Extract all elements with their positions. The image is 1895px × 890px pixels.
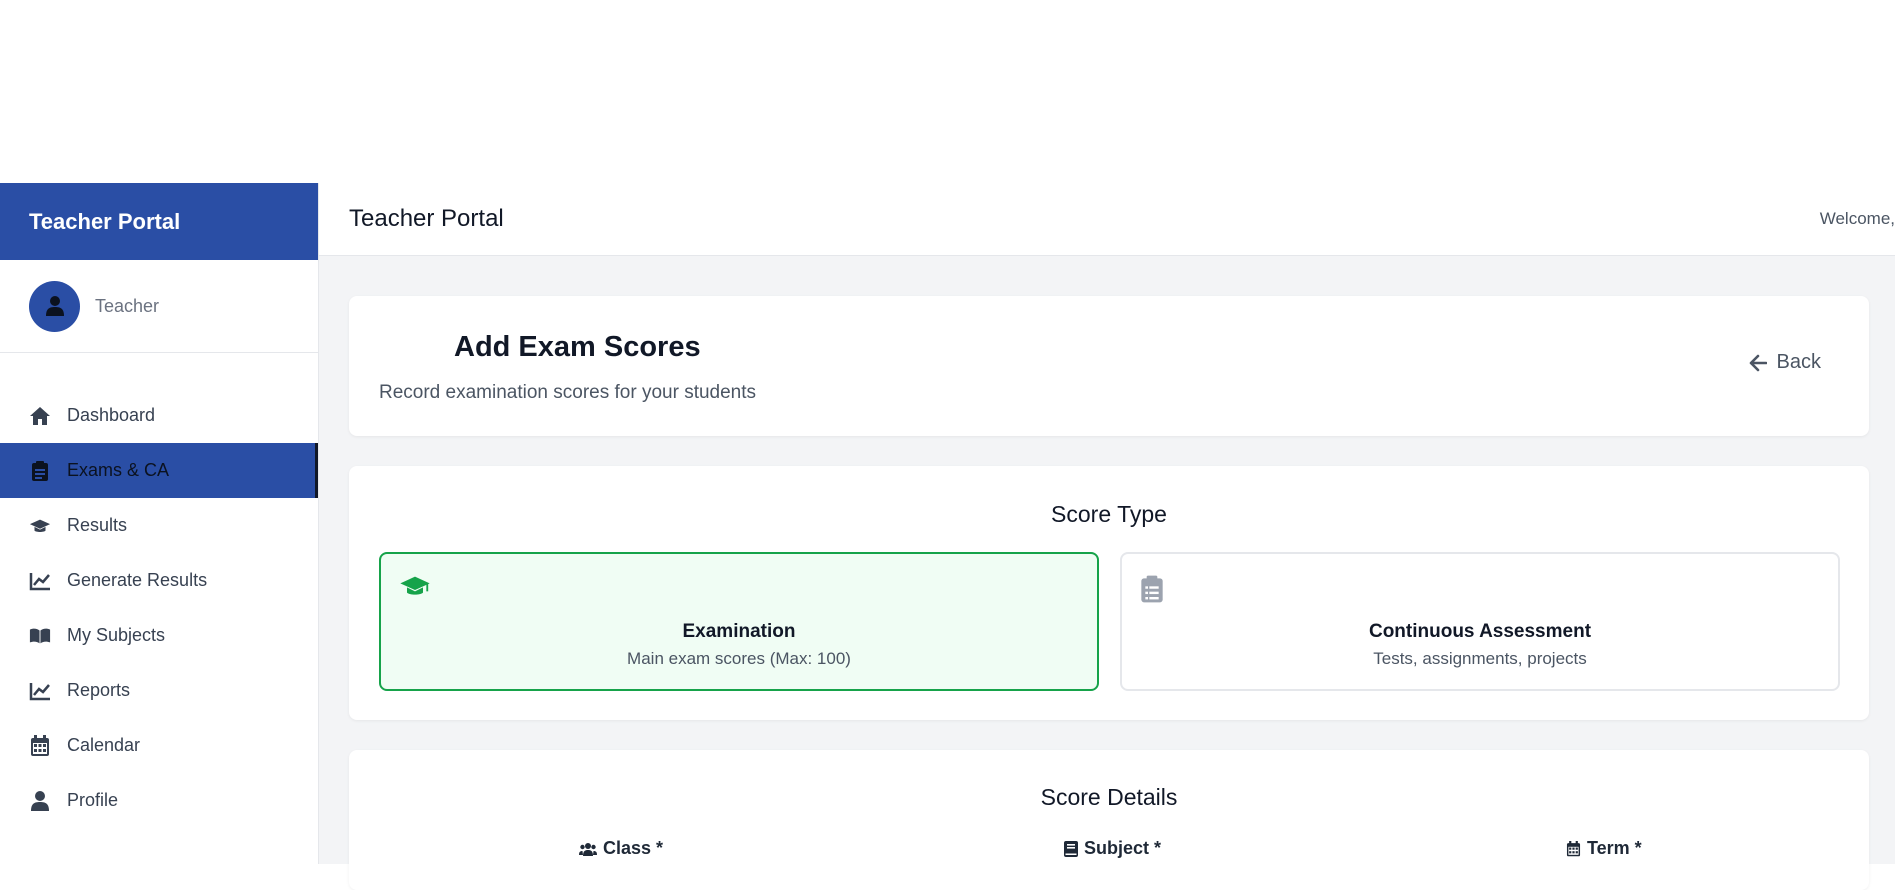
sidebar-item-profile[interactable]: Profile [0, 773, 318, 828]
chart-line-icon [29, 570, 51, 592]
welcome-text: Welcome, [1819, 209, 1895, 228]
sidebar-item-my-subjects[interactable]: My Subjects [0, 608, 318, 663]
sidebar-item-label: Generate Results [67, 570, 208, 590]
user-role: Teacher [95, 295, 160, 316]
calendar-icon [1566, 840, 1581, 856]
brand-title: Teacher Portal [29, 208, 181, 234]
option-name: Examination [682, 621, 796, 642]
score-type-examination[interactable]: Examination Main exam scores (Max: 100) [379, 552, 1099, 691]
graduation-cap-icon [399, 574, 431, 603]
main-content: Teacher Portal Welcome, Add Exam Scores … [319, 183, 1895, 890]
sidebar-item-label: Exams & CA [67, 460, 170, 480]
term-field-label: Term * [1566, 838, 1642, 859]
sidebar-brand: Teacher Portal [0, 183, 318, 260]
sidebar-item-results[interactable]: Results [0, 498, 318, 553]
sidebar-item-label: Results [67, 515, 128, 535]
top-header: Teacher Portal Welcome, [319, 183, 1895, 256]
users-icon [579, 842, 597, 856]
user-icon [29, 790, 51, 812]
sidebar-item-label: Calendar [67, 735, 141, 755]
user-icon [45, 296, 64, 316]
back-label: Back [1776, 351, 1821, 373]
clipboard-icon [29, 460, 51, 482]
field-label-text: Term * [1587, 838, 1642, 858]
score-type-title: Score Type [1051, 501, 1167, 527]
sidebar-item-reports[interactable]: Reports [0, 663, 318, 718]
score-details-title: Score Details [1040, 784, 1178, 810]
page-header-card: Add Exam Scores Record examination score… [349, 296, 1869, 436]
sidebar-nav: Dashboard Exams & CA Results Generate Re… [0, 353, 318, 828]
home-icon [29, 405, 51, 427]
book-icon [1064, 840, 1078, 857]
sidebar-item-dashboard[interactable]: Dashboard [0, 388, 318, 443]
back-button[interactable]: Back [1749, 351, 1821, 374]
class-field-label: Class * [579, 838, 663, 859]
arrow-left-icon [1749, 354, 1767, 371]
field-label-text: Subject * [1084, 838, 1162, 858]
avatar[interactable] [29, 280, 80, 332]
header-title: Teacher Portal [349, 205, 504, 232]
sidebar-item-label: My Subjects [67, 625, 166, 645]
page-subtitle: Record examination scores for your stude… [379, 382, 757, 403]
clipboard-icon [1140, 574, 1164, 609]
sidebar-item-calendar[interactable]: Calendar [0, 718, 318, 773]
subject-field-label: Subject * [1064, 838, 1161, 859]
sidebar-item-label: Reports [67, 680, 131, 700]
score-type-card: Score Type Examination Main exam scores … [349, 466, 1869, 720]
top-blank-area [0, 0, 1895, 183]
sidebar: Teacher Portal Teacher Dashboard Exams &… [0, 183, 319, 864]
calendar-icon [29, 734, 51, 757]
graduation-cap-icon [29, 515, 51, 537]
page-title: Add Exam Scores [454, 331, 701, 363]
score-details-card: Score Details Class * Subject * Term * [349, 750, 1869, 890]
sidebar-item-label: Profile [67, 790, 119, 810]
score-type-continuous-assessment[interactable]: Continuous Assessment Tests, assignments… [1120, 552, 1840, 691]
sidebar-item-generate-results[interactable]: Generate Results [0, 553, 318, 608]
option-description: Main exam scores (Max: 100) [627, 649, 851, 668]
user-panel: Teacher [0, 260, 318, 353]
sidebar-item-exams-ca[interactable]: Exams & CA [0, 443, 318, 498]
option-description: Tests, assignments, projects [1373, 649, 1587, 668]
book-open-icon [29, 625, 51, 647]
sidebar-item-label: Dashboard [67, 405, 156, 425]
option-name: Continuous Assessment [1368, 621, 1592, 642]
chart-line-icon [29, 680, 51, 702]
field-label-text: Class * [603, 838, 664, 858]
